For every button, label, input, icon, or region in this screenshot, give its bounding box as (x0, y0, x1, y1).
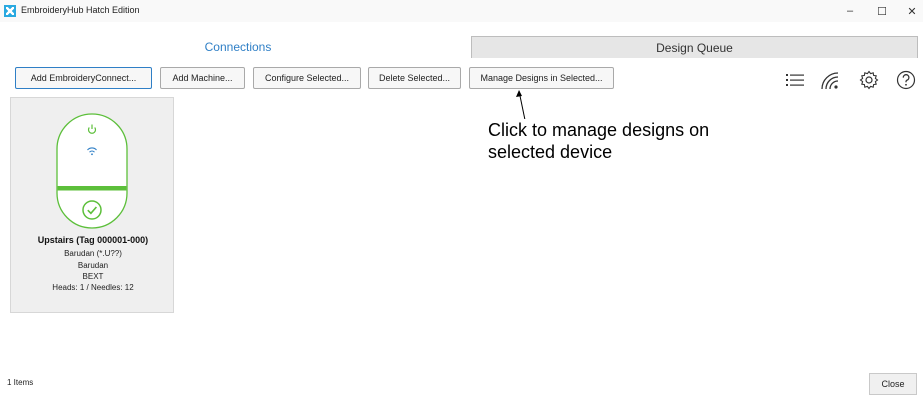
add-machine-button[interactable]: Add Machine... (160, 67, 245, 89)
app-logo-icon (4, 5, 16, 17)
list-view-icon[interactable] (782, 67, 808, 93)
maximize-button[interactable]: ☐ (868, 2, 896, 20)
window-title: EmbroideryHub Hatch Edition (21, 5, 140, 15)
items-count: 1 Items (7, 378, 34, 387)
device-name: Upstairs (Tag 000001-000) (37, 235, 149, 245)
configure-selected-button[interactable]: Configure Selected... (253, 67, 361, 89)
callout-text: Click to manage designs on selected devi… (486, 119, 768, 173)
device-illustration (56, 113, 128, 229)
device-format: BEXT (82, 272, 104, 281)
title-bar: EmbroideryHub Hatch Edition – ☐ ✕ (0, 0, 923, 22)
close-window-button[interactable]: ✕ (898, 2, 923, 20)
wireless-signal-icon[interactable] (817, 67, 843, 93)
callout-arrow-icon (516, 90, 526, 121)
status-check-icon (82, 200, 102, 220)
add-embroideryconnect-button[interactable]: Add EmbroideryConnect... (15, 67, 152, 89)
manage-designs-button[interactable]: Manage Designs in Selected... (469, 67, 614, 89)
device-card[interactable]: Upstairs (Tag 000001-000) Barudan (*.U??… (10, 97, 174, 313)
device-brand: Barudan (77, 261, 109, 270)
settings-gear-icon[interactable] (856, 67, 882, 93)
device-machine: Barudan (*.U??) (64, 249, 122, 258)
device-heads-needles: Heads: 1 / Needles: 12 (52, 283, 134, 292)
delete-selected-button[interactable]: Delete Selected... (368, 67, 461, 89)
minimize-button[interactable]: – (836, 2, 864, 20)
tab-design-queue[interactable]: Design Queue (471, 36, 918, 58)
help-icon[interactable] (893, 67, 919, 93)
close-button[interactable]: Close (869, 373, 917, 395)
tab-connections[interactable]: Connections (5, 36, 471, 58)
